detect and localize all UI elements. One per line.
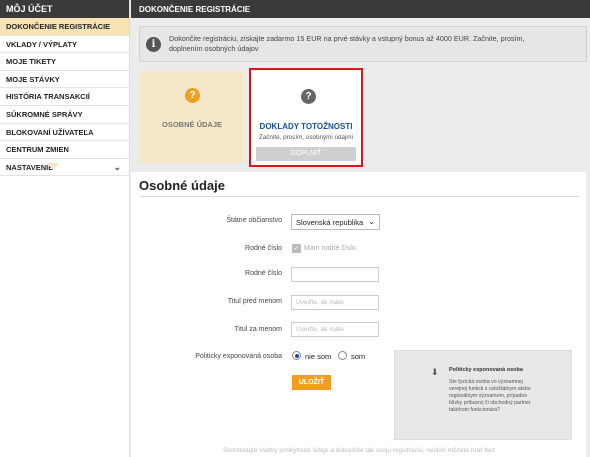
- info-text-line1: Dokončite registráciu, získajte zadarmo …: [169, 34, 525, 44]
- birth-number-checkbox[interactable]: ✓: [292, 244, 301, 253]
- sidebar-title: MÔJ ÚČET: [0, 0, 129, 18]
- birth-number-checkbox-label: Mám rodné číslo: [304, 245, 356, 252]
- pep-info-box: ⬇ Politicky exponovaná osoba Ste fyzická…: [394, 350, 572, 440]
- sidebar-item-deposits[interactable]: VKLADY / VÝPLATY: [0, 36, 129, 54]
- title-before-input[interactable]: Uveďte, ak máte: [291, 295, 379, 310]
- pep-info-text: Ste fyzická osoba vo významnej verejnej …: [449, 379, 531, 414]
- sidebar-item-blocked[interactable]: BLOKOVANÍ UŽÍVATEĽA: [0, 124, 129, 142]
- info-text: Dokončite registráciu, získajte zadarmo …: [169, 34, 525, 53]
- citizenship-label: Štátne občianstvo: [226, 217, 282, 224]
- complete-button[interactable]: DOPLNIŤ: [256, 147, 356, 161]
- chevron-down-icon: ⌄: [368, 217, 375, 226]
- pep-label: Politicky exponovaná osoba: [195, 353, 282, 360]
- question-icon: ?: [301, 89, 316, 104]
- question-icon: ?: [185, 88, 200, 103]
- sidebar-item-changes[interactable]: CENTRUM ZMIEN: [0, 141, 129, 159]
- step-documents-card[interactable]: ? DOKLADY TOTOŽNOSTI Začnite, prosím, os…: [249, 68, 363, 167]
- sidebar-item-registration[interactable]: DOKONČENIE REGISTRÁCIE: [0, 18, 129, 36]
- sidebar-item-transactions[interactable]: HISTÓRIA TRANSAKCIÍ: [0, 88, 129, 106]
- save-button[interactable]: ULOŽIŤ: [292, 375, 331, 390]
- title-before-label: Titul pred menom: [227, 298, 282, 305]
- citizenship-value: Slovenská republika: [296, 218, 364, 227]
- sidebar-item-bets[interactable]: MOJE STÁVKY: [0, 71, 129, 89]
- sidebar: MÔJ ÚČET DOKONČENIE REGISTRÁCIE VKLADY /…: [0, 0, 130, 457]
- step-documents-subtitle: Začnite, prosím, osobnými údajmi: [258, 134, 354, 141]
- pep-radio-yes[interactable]: [338, 351, 347, 360]
- pep-radio-yes-label: som: [351, 352, 366, 361]
- citizenship-select[interactable]: Slovenská republika ⌄: [291, 214, 380, 230]
- pep-radio-no[interactable]: [292, 351, 301, 360]
- birth-number-input[interactable]: [291, 267, 379, 282]
- info-icon: i: [146, 36, 161, 52]
- title-after-label: Titul za menom: [234, 326, 282, 333]
- sidebar-item-messages[interactable]: SÚKROMNÉ SPRÁVY: [0, 106, 129, 124]
- page-title: DOKONČENIE REGISTRÁCIE: [131, 0, 590, 18]
- title-after-input[interactable]: Uveďte, ak máte: [291, 322, 379, 337]
- pin-icon: ⬇: [431, 367, 439, 377]
- divider: [139, 196, 579, 197]
- step-pointer: [46, 163, 60, 170]
- pep-radio-no-label: nie som: [305, 352, 332, 361]
- section-title: Osobné údaje: [139, 178, 225, 193]
- pep-info-title: Politicky exponovaná osoba: [449, 367, 523, 373]
- info-text-line2: doplnením osobných údajov: [169, 44, 259, 53]
- sidebar-item-tickets[interactable]: MOJE TIKETY: [0, 53, 129, 71]
- sidebar-item-settings[interactable]: NASTAVENIE ⌄: [0, 159, 129, 177]
- birth-number-check-label: Rodné číslo: [245, 245, 282, 252]
- step-personal-label: OSOBNÉ ÚDAJE: [161, 120, 222, 129]
- chevron-down-icon: ⌄: [113, 161, 121, 172]
- step-documents-title: DOKLADY TOTOŽNOSTI: [259, 122, 353, 131]
- footer-text: Skontrolujte všetky poskytnuté údaje a d…: [223, 447, 495, 454]
- birth-number-label: Rodné číslo: [245, 270, 282, 277]
- step-personal-card[interactable]: ? OSOBNÉ ÚDAJE: [139, 71, 245, 163]
- info-banner: i Dokončite registráciu, získajte zadarm…: [139, 26, 587, 62]
